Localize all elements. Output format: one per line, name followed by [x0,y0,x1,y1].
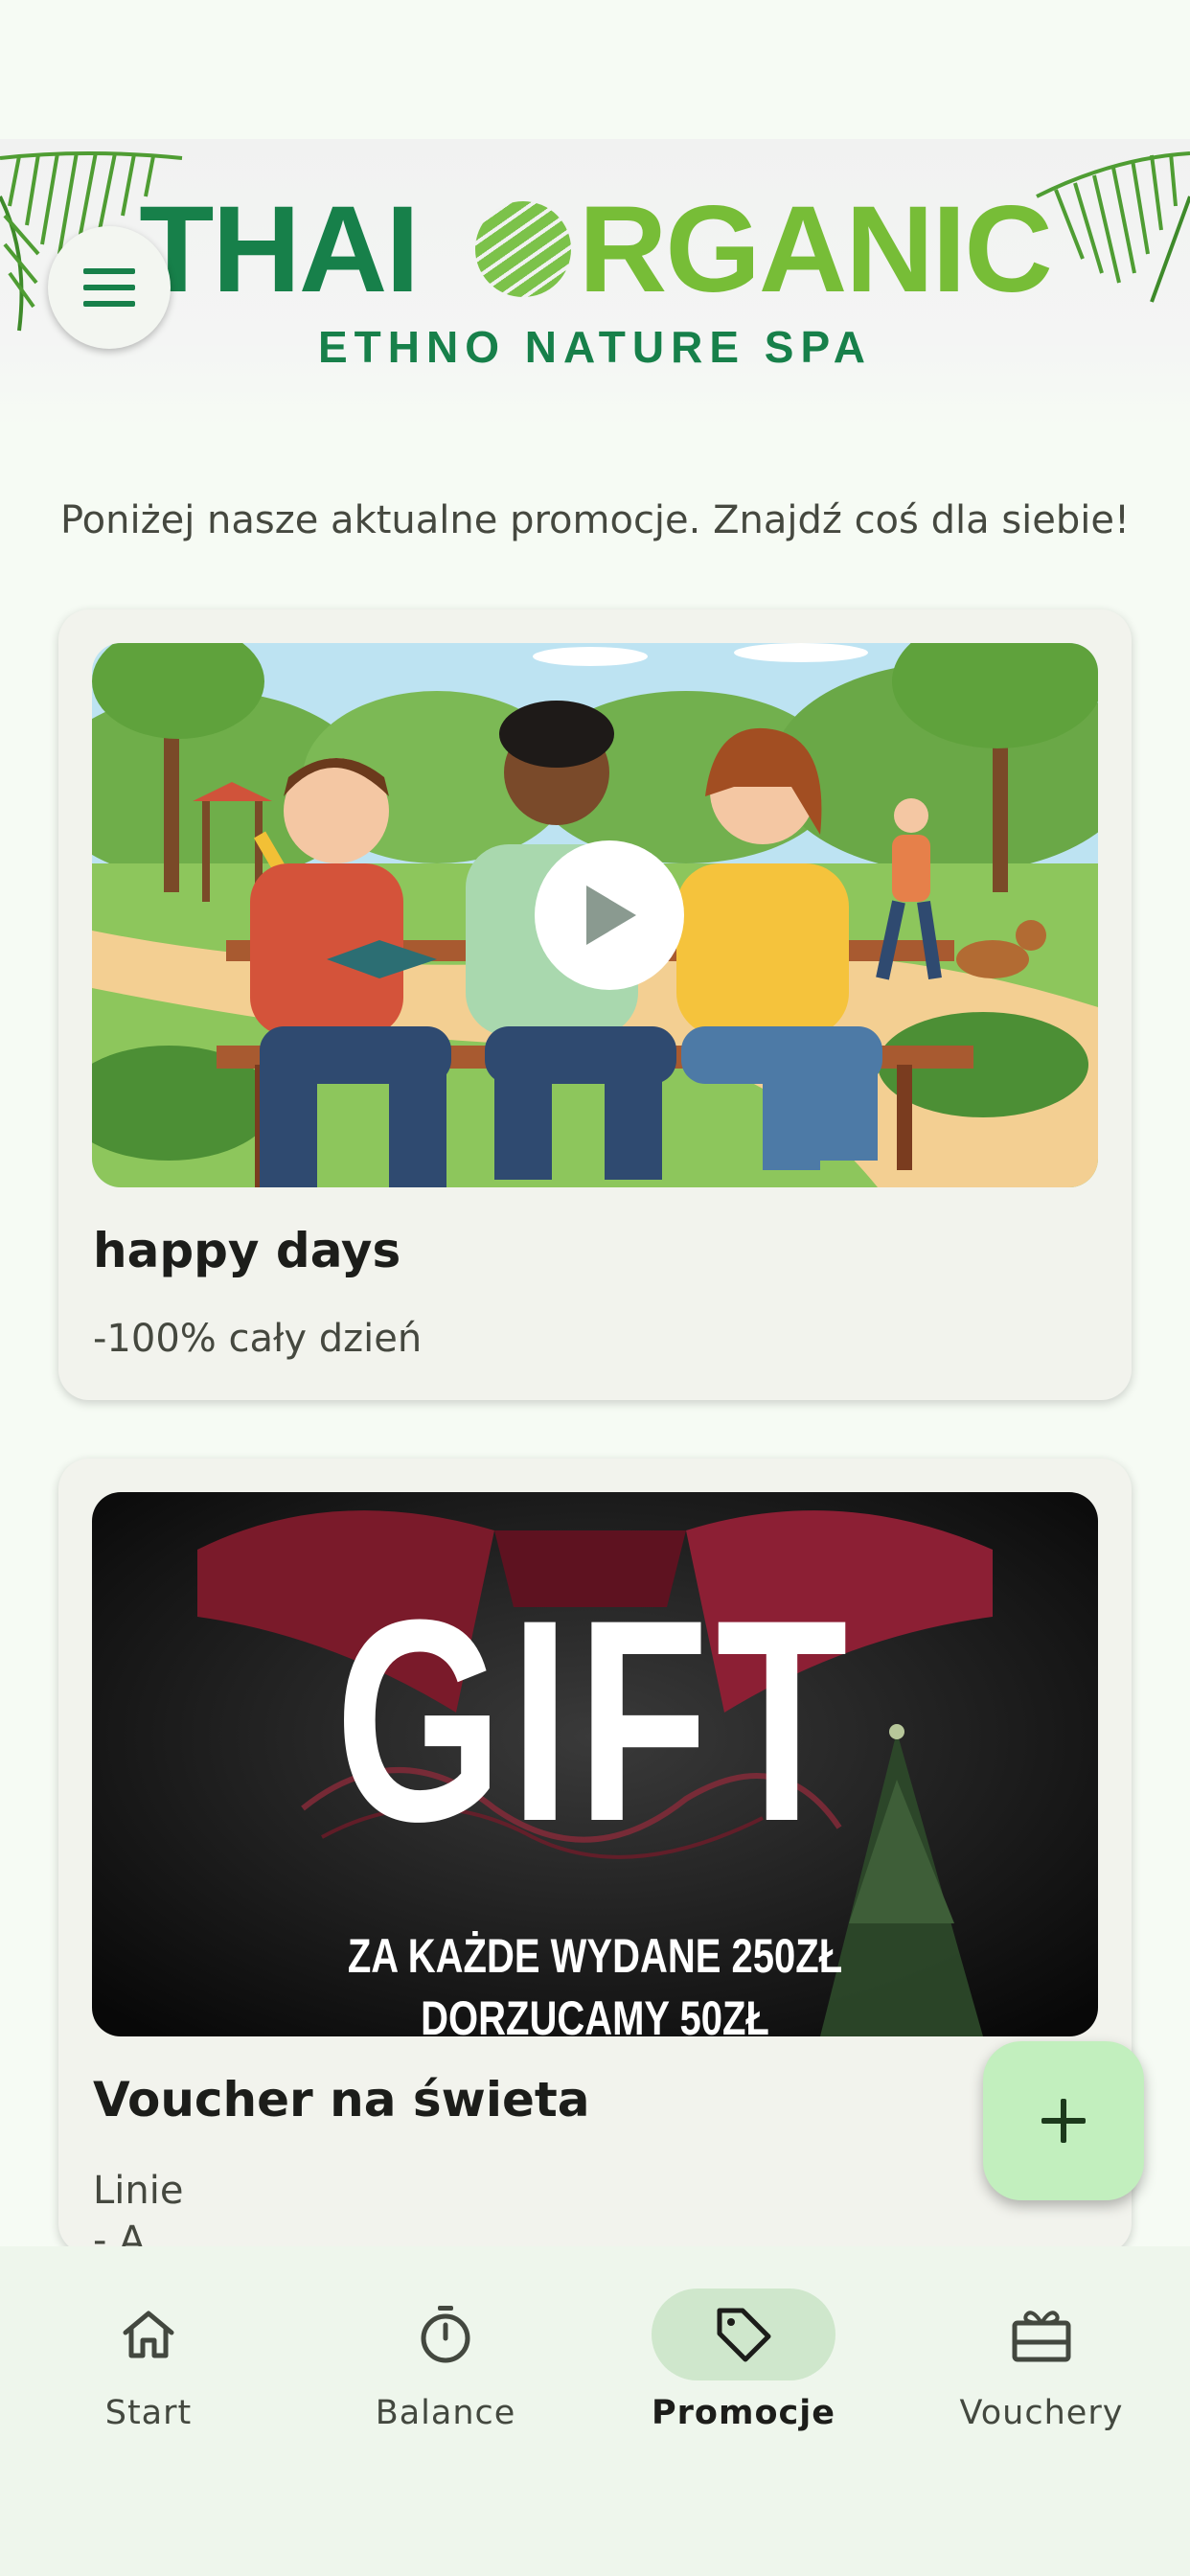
promotion-subtitle: Linie - A [93,2166,183,2254]
timer-icon [421,2306,470,2363]
gift-card-icon [1012,2311,1071,2362]
logo-word-thai: THAI [139,181,420,318]
nav-item-balance[interactable]: Balance [297,2288,594,2432]
nav-indicator-active [652,2288,835,2380]
promotion-card-happy-days[interactable]: happy days -100% cały dzień [58,610,1132,1400]
nav-item-start[interactable]: Start [0,2288,297,2432]
nav-label: Vouchery [959,2394,1124,2432]
promotion-card-voucher[interactable]: GIFT ZA KAŻDE WYDANE 250ZŁ DORZUCAMY 50Z… [58,1459,1132,2254]
logo-word-organic: RGANIC [578,181,1053,318]
promotion-subtitle: -100% cały dzień [93,1317,423,1361]
nav-item-promocje[interactable]: Promocje [595,2288,892,2432]
nav-indicator [57,2288,240,2380]
gift-image-line1: ZA KAŻDE WYDANE 250ZŁ [347,1929,843,1983]
gift-image-heading: GIFT [334,1559,856,1881]
hamburger-menu-icon [83,268,135,307]
promotion-subtitle-line1: Linie [93,2169,184,2213]
logo-leaf-o-icon [474,201,571,297]
brand-logo: THAI RGANIC [0,189,1190,311]
home-icon [123,2311,174,2358]
promotion-video-thumbnail[interactable] [92,643,1098,1187]
add-fab-button[interactable] [983,2041,1144,2200]
nav-indicator [950,2288,1133,2380]
gift-image-line2: DORZUCAMY 50ZŁ [421,1991,769,2036]
menu-button[interactable] [48,226,171,349]
promotion-title: Voucher na świeta [93,2072,590,2128]
nav-label: Balance [375,2394,516,2432]
logo-tagline: ETHNO NATURE SPA [318,322,872,372]
nav-item-vouchery[interactable]: Vouchery [893,2288,1190,2432]
tag-icon [717,2308,771,2362]
promotion-title: happy days [93,1223,401,1278]
nav-indicator [354,2288,538,2380]
play-button[interactable] [535,840,684,990]
intro-text: Poniżej nasze aktualne promocje. Znajdź … [59,498,1131,542]
header-banner: THAI RGANIC ETHNO NATURE SPA [0,139,1190,426]
plus-icon [1041,2099,1086,2143]
promotion-image[interactable]: GIFT ZA KAŻDE WYDANE 250ZŁ DORZUCAMY 50Z… [92,1492,1098,2036]
play-icon [586,886,636,945]
nav-label: Promocje [652,2394,835,2432]
nav-label: Start [104,2394,193,2432]
bottom-navigation: Start Balance Promocje Vouchery [0,2246,1190,2576]
